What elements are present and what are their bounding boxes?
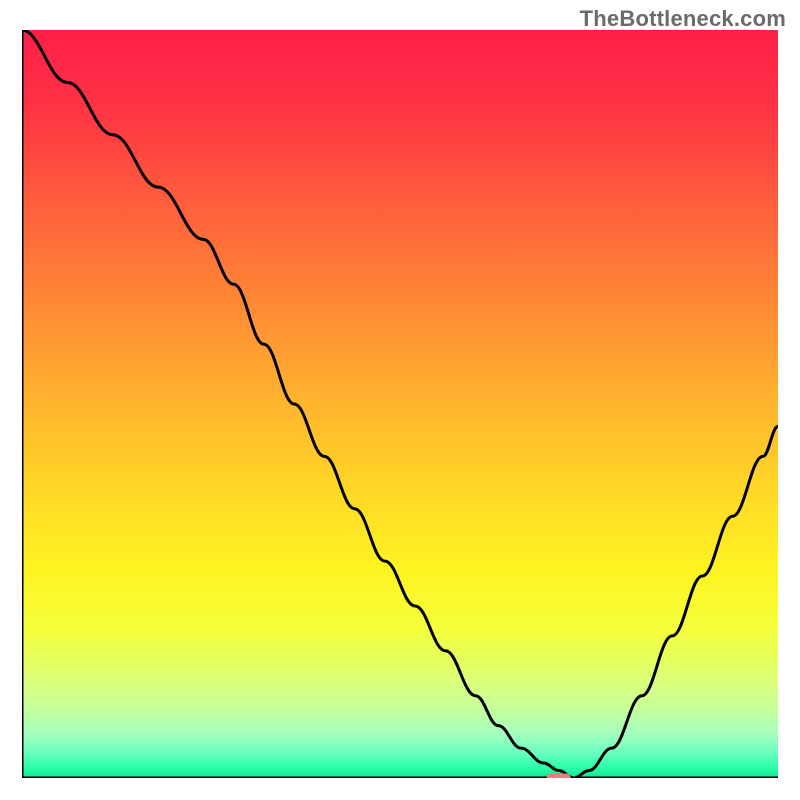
watermark-label: TheBottleneck.com — [580, 6, 786, 32]
optimal-marker — [547, 774, 571, 779]
bottleneck-chart — [22, 30, 778, 778]
chart-container: TheBottleneck.com — [0, 0, 800, 800]
chart-background — [22, 30, 778, 778]
